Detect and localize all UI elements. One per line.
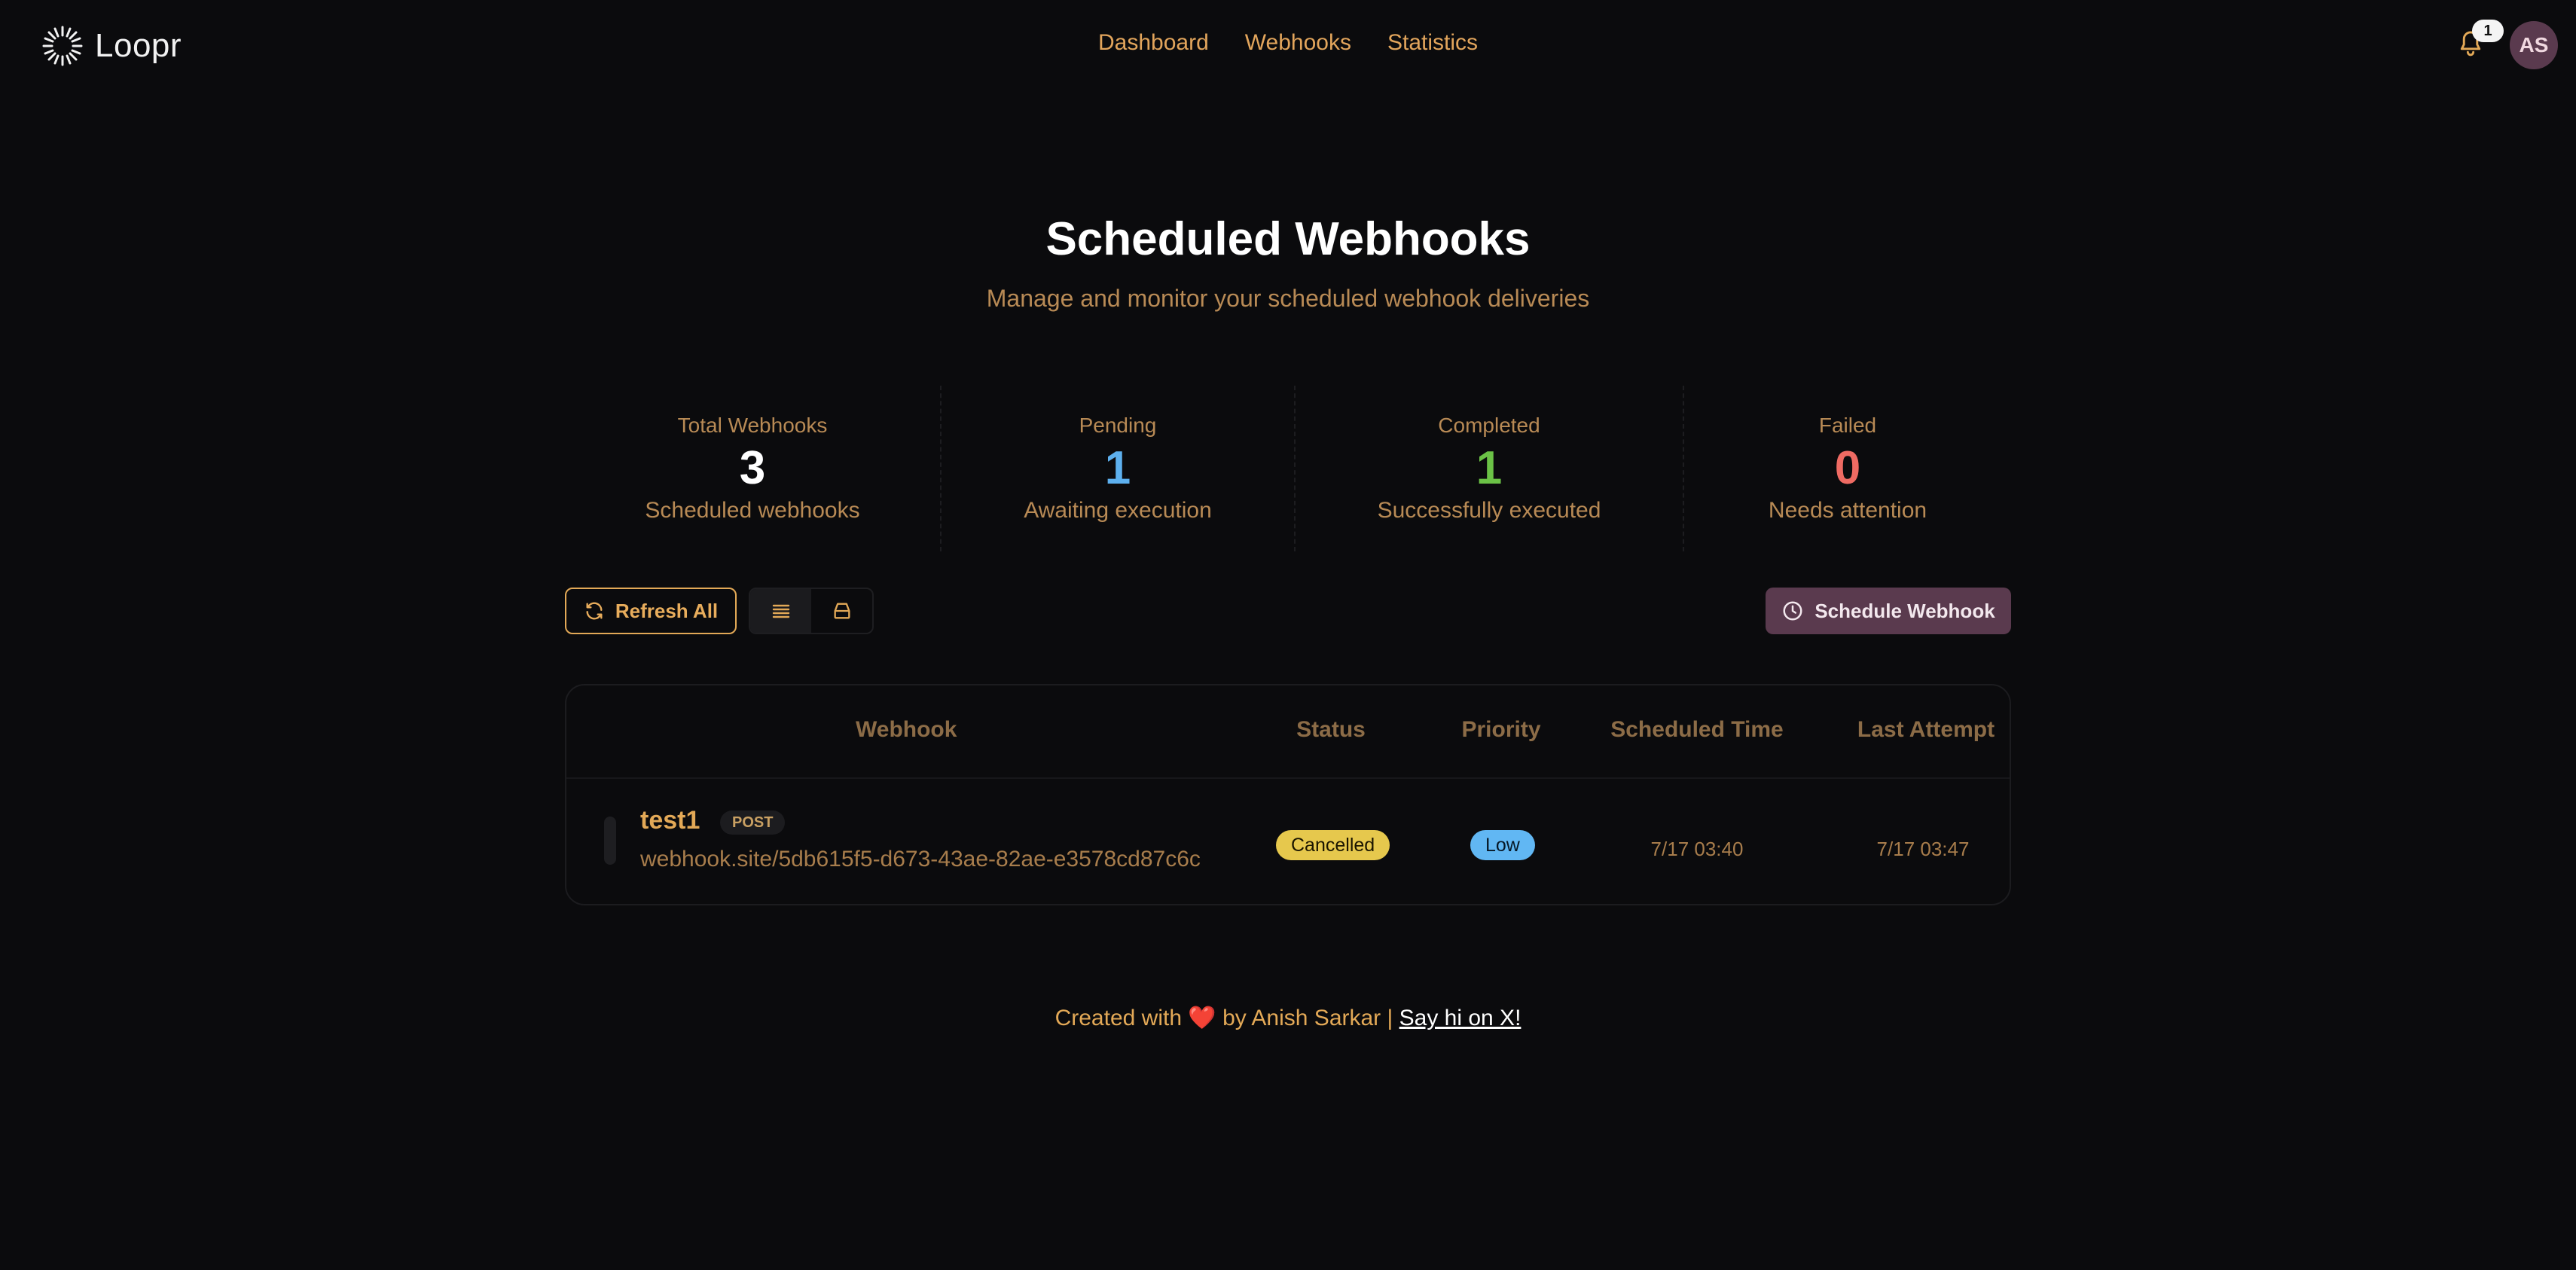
nav-link-dashboard[interactable]: Dashboard	[1098, 30, 1209, 56]
stat-value: 1	[1476, 442, 1503, 494]
footer-credit: by Anish Sarkar |	[1222, 1006, 1393, 1030]
scheduled-time: 7/17 03:40	[1650, 838, 1744, 860]
navbar: Loopr Dashboard Webhooks Statistics 1 AS	[0, 0, 2576, 92]
page: Loopr Dashboard Webhooks Statistics 1 AS…	[0, 0, 2576, 1270]
stats-panel: Total Webhooks 3 Scheduled webhooks Pend…	[565, 386, 2011, 551]
user-avatar[interactable]: AS	[2510, 21, 2558, 69]
list-view-button[interactable]	[750, 589, 811, 633]
refresh-all-button[interactable]: Refresh All	[565, 588, 737, 634]
stat-description: Awaiting execution	[1024, 498, 1212, 523]
schedule-webhook-label: Schedule Webhook	[1814, 599, 1995, 622]
main-nav: Dashboard Webhooks Statistics	[0, 30, 2576, 56]
webhook-name: test1	[640, 806, 700, 835]
stat-pending: Pending 1 Awaiting execution	[942, 386, 1296, 551]
stat-label: Total Webhooks	[677, 414, 828, 437]
say-hi-link[interactable]: Say hi on X!	[1399, 1006, 1521, 1030]
stat-failed: Failed 0 Needs attention	[1684, 386, 2011, 551]
nav-link-webhooks[interactable]: Webhooks	[1245, 30, 1351, 56]
stat-total: Total Webhooks 3 Scheduled webhooks	[565, 386, 942, 551]
table-header: Webhook Status Priority Scheduled Time L…	[566, 685, 2010, 779]
clock-icon	[1783, 601, 1802, 621]
column-header-webhook: Webhook	[856, 717, 957, 742]
priority-badge: Low	[1470, 830, 1535, 860]
archive-icon	[834, 603, 850, 619]
footer-prefix: Created with	[1055, 1006, 1183, 1030]
nav-link-statistics[interactable]: Statistics	[1387, 30, 1478, 56]
column-header-scheduled-time: Scheduled Time	[1610, 717, 1784, 742]
table-row[interactable]: test1 POST webhook.site/5db615f5-d673-43…	[566, 779, 2010, 904]
page-subtitle: Manage and monitor your scheduled webhoo…	[986, 285, 1590, 312]
stat-value: 0	[1834, 442, 1861, 494]
drag-handle[interactable]	[604, 817, 616, 865]
last-attempt-time: 7/17 03:47	[1876, 838, 1970, 860]
schedule-webhook-button[interactable]: Schedule Webhook	[1766, 588, 2011, 634]
stat-label: Completed	[1438, 414, 1540, 437]
status-badge: Cancelled	[1276, 830, 1390, 860]
footer: Created with ❤️ by Anish Sarkar | Say hi…	[0, 1005, 2576, 1031]
column-header-status: Status	[1296, 717, 1366, 742]
archive-view-button[interactable]	[811, 589, 872, 633]
webhooks-table: Webhook Status Priority Scheduled Time L…	[565, 684, 2011, 905]
stat-description: Needs attention	[1768, 498, 1927, 523]
column-header-priority: Priority	[1461, 717, 1541, 742]
page-title: Scheduled Webhooks	[1045, 213, 1531, 265]
stat-description: Scheduled webhooks	[645, 498, 860, 523]
stat-label: Pending	[1079, 414, 1157, 437]
view-toggle	[749, 588, 874, 634]
webhook-url: webhook.site/5db615f5-d673-43ae-82ae-e35…	[640, 847, 1201, 872]
column-header-last-attempt: Last Attempt	[1857, 717, 1995, 742]
notification-count-badge: 1	[2472, 20, 2504, 42]
refresh-all-label: Refresh All	[615, 599, 719, 622]
stat-label: Failed	[1818, 414, 1877, 437]
stat-value: 1	[1104, 442, 1131, 494]
list-icon	[772, 604, 789, 618]
stat-description: Successfully executed	[1377, 498, 1601, 523]
refresh-icon	[586, 602, 603, 620]
stat-completed: Completed 1 Successfully executed	[1296, 386, 1684, 551]
heart-icon: ❤️	[1188, 1006, 1216, 1030]
stat-value: 3	[739, 442, 766, 494]
http-method-badge: POST	[720, 811, 786, 835]
